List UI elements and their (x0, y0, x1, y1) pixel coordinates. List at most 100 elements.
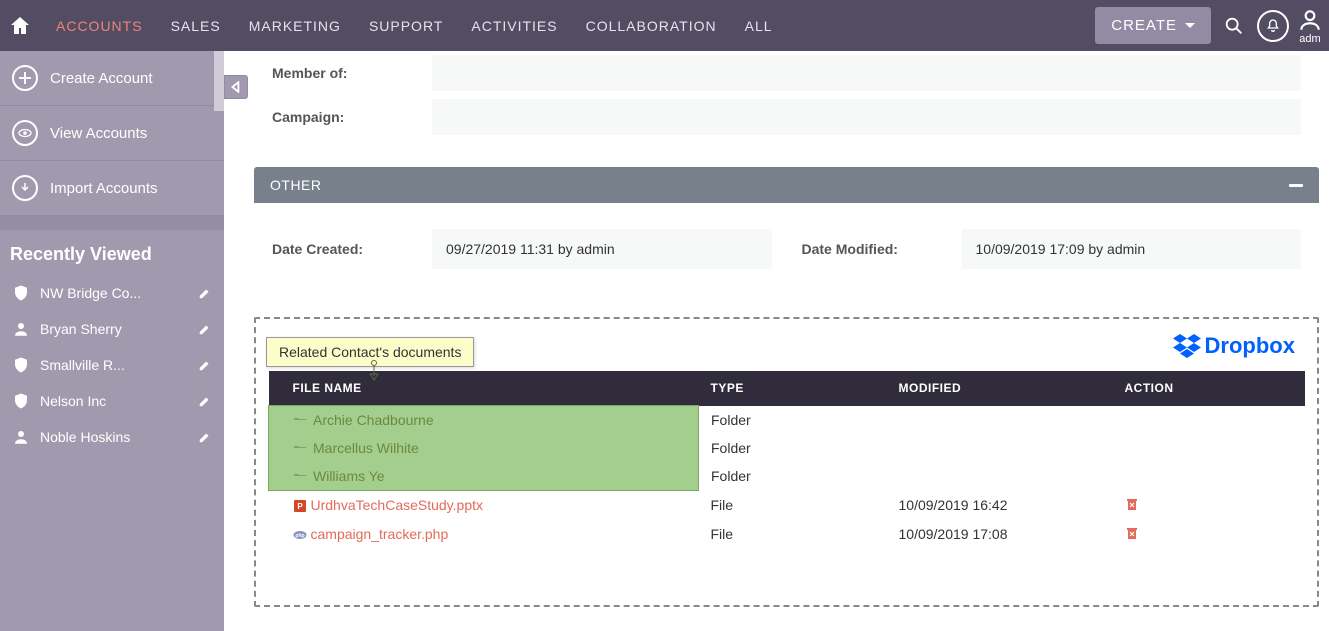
chevron-down-icon (1185, 23, 1195, 28)
recent-item[interactable]: NW Bridge Co... (0, 275, 224, 311)
sidebar-scrollbar[interactable] (214, 51, 224, 111)
file-type: Folder (699, 434, 887, 462)
nav-all[interactable]: ALL (731, 0, 787, 51)
sidebar-import-accounts[interactable]: Import Accounts (0, 161, 224, 216)
dropbox-icon (1173, 334, 1201, 358)
file-table: FILE NAME TYPE MODIFIED ACTION Archie Ch… (268, 371, 1305, 549)
svg-text:P: P (297, 502, 303, 511)
nav-accounts[interactable]: ACCOUNTS (42, 0, 157, 51)
recent-item[interactable]: Smallville R... (0, 347, 224, 383)
file-action (1113, 491, 1305, 520)
file-modified (887, 406, 1113, 435)
field-value[interactable] (432, 99, 1301, 135)
file-name[interactable]: campaign_tracker.php (311, 526, 449, 542)
delete-icon[interactable] (1125, 527, 1139, 543)
table-row[interactable]: Marcellus Wilhite Folder (269, 434, 1305, 462)
table-row[interactable]: php campaign_tracker.php File10/09/2019 17… (269, 520, 1305, 549)
file-action (1113, 462, 1305, 491)
dropbox-panel: Related Contact's documents Dropbox FILE… (254, 317, 1319, 607)
file-name[interactable]: Archie Chadbourne (313, 412, 434, 428)
eye-icon (12, 120, 38, 146)
other-panel: OTHER Date Created: 09/27/2019 11:31 by … (254, 167, 1319, 299)
file-type: Folder (699, 462, 887, 491)
table-row[interactable]: Archie ChadbourneFolder (269, 406, 1305, 435)
file-name[interactable]: UrdhvaTechCaseStudy.pptx (311, 497, 484, 513)
pencil-icon[interactable] (198, 394, 212, 408)
recent-item[interactable]: Noble Hoskins (0, 419, 224, 455)
recent-item-label: Smallville R... (40, 357, 188, 373)
col-file-name[interactable]: FILE NAME (269, 371, 699, 406)
field-value: 09/27/2019 11:31 by admin (432, 229, 772, 269)
file-name[interactable]: Williams Ye (313, 468, 385, 484)
shield-icon (12, 284, 30, 302)
file-type: File (699, 520, 887, 549)
sidebar-action-label: Import Accounts (50, 180, 158, 197)
nav-activities[interactable]: ACTIVITIES (457, 0, 571, 51)
sidebar-view-accounts[interactable]: View Accounts (0, 106, 224, 161)
col-action: ACTION (1113, 371, 1305, 406)
field-label: Date Created: (272, 241, 432, 257)
field-member-of: Member of: (272, 51, 1301, 95)
home-icon[interactable] (8, 14, 32, 38)
pencil-icon[interactable] (198, 286, 212, 300)
panel-title: OTHER (270, 177, 322, 193)
col-type[interactable]: TYPE (699, 371, 887, 406)
bell-icon (1265, 18, 1281, 34)
notifications-button[interactable] (1257, 10, 1289, 42)
nav-label: SUPPORT (369, 18, 443, 34)
recent-item-label: Bryan Sherry (40, 321, 188, 337)
create-button[interactable]: CREATE (1095, 7, 1211, 44)
sidebar-create-account[interactable]: Create Account (0, 51, 224, 106)
user-menu[interactable]: adm (1297, 7, 1323, 45)
nav-label: COLLABORATION (586, 18, 717, 34)
file-name[interactable]: Marcellus Wilhite (313, 440, 419, 456)
person-icon (12, 428, 30, 446)
pencil-icon[interactable] (198, 358, 212, 372)
file-modified: 10/09/2019 17:08 (887, 520, 1113, 549)
folder-icon (293, 471, 307, 483)
field-date-created: Date Created: 09/27/2019 11:31 by admin (272, 229, 772, 269)
recent-item-label: NW Bridge Co... (40, 285, 188, 301)
download-icon (12, 175, 38, 201)
field-label: Campaign: (272, 109, 432, 125)
table-header-row: FILE NAME TYPE MODIFIED ACTION (269, 371, 1305, 406)
main-content: Member of: Campaign: OTHER Date Created:… (224, 51, 1329, 631)
field-value[interactable] (432, 55, 1301, 91)
delete-icon[interactable] (1125, 498, 1139, 514)
recent-item-label: Noble Hoskins (40, 429, 188, 445)
file-type: File (699, 491, 887, 520)
nav-marketing[interactable]: MARKETING (235, 0, 355, 51)
nav-label: MARKETING (249, 18, 341, 34)
dropbox-label: Dropbox (1205, 333, 1295, 359)
collapse-icon[interactable] (1289, 184, 1303, 187)
pptx-icon: P (293, 499, 307, 513)
file-modified: 10/09/2019 16:42 (887, 491, 1113, 520)
user-icon (1297, 7, 1323, 33)
nav-support[interactable]: SUPPORT (355, 0, 457, 51)
dropbox-logo[interactable]: Dropbox (1173, 333, 1295, 359)
recent-item[interactable]: Nelson Inc (0, 383, 224, 419)
file-action (1113, 520, 1305, 549)
table-row[interactable]: P UrdhvaTechCaseStudy.pptx File10/09/2019 … (269, 491, 1305, 520)
recent-item-label: Nelson Inc (40, 393, 188, 409)
field-date-modified: Date Modified: 10/09/2019 17:09 by admin (802, 229, 1302, 269)
shield-icon (12, 392, 30, 410)
sidebar-toggle-button[interactable] (224, 75, 248, 99)
user-label: adm (1299, 33, 1320, 45)
sidebar-action-label: Create Account (50, 70, 153, 87)
field-label: Member of: (272, 65, 432, 81)
panel-header[interactable]: OTHER (254, 167, 1319, 203)
triangle-left-icon (230, 81, 242, 93)
pencil-icon[interactable] (198, 322, 212, 336)
top-nav: ACCOUNTS SALES MARKETING SUPPORT ACTIVIT… (0, 0, 1329, 51)
pencil-icon[interactable] (198, 430, 212, 444)
nav-sales[interactable]: SALES (157, 0, 235, 51)
search-icon[interactable] (1223, 15, 1245, 37)
recent-item[interactable]: Bryan Sherry (0, 311, 224, 347)
create-label: CREATE (1111, 17, 1177, 34)
col-modified[interactable]: MODIFIED (887, 371, 1113, 406)
svg-text:php: php (295, 533, 304, 539)
table-row[interactable]: Williams Ye Folder (269, 462, 1305, 491)
plus-icon (12, 65, 38, 91)
nav-collaboration[interactable]: COLLABORATION (572, 0, 731, 51)
